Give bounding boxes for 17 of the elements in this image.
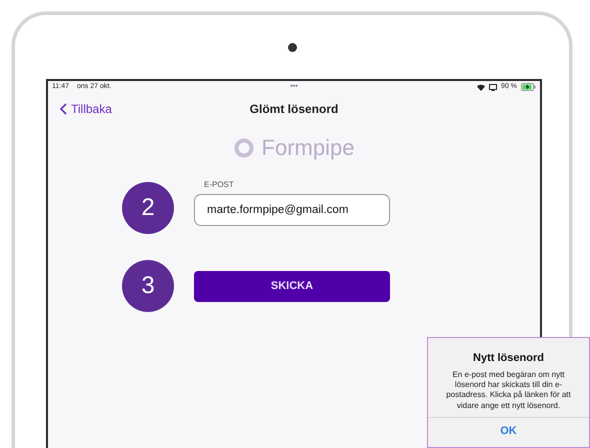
wifi-icon (477, 84, 486, 90)
step-number: 3 (122, 260, 174, 312)
battery-icon (521, 83, 536, 91)
step-number: 2 (122, 182, 174, 234)
camera-dot (288, 43, 296, 52)
page-title: Glömt lösenord (250, 102, 338, 116)
alert-message: En e-post med begäran om nytt lösenord har skickats till din e-postadress. Klicka på länken för att vidare ange ett nytt lösenord. (445, 370, 572, 412)
ok-button[interactable]: OK (428, 417, 589, 445)
logo-icon (234, 138, 254, 158)
screen-mirroring-icon (489, 84, 498, 90)
email-field[interactable]: marte.formpipe@gmail.com (194, 194, 390, 226)
submit-button[interactable]: SKICKA (194, 270, 390, 302)
logo-text: Formpipe (262, 134, 354, 162)
alert-title: Nytt lösenord (472, 351, 545, 366)
back-link[interactable]: Tillbaka (60, 100, 112, 118)
field-label: E-POST (204, 178, 235, 190)
chevron-left-icon (60, 103, 67, 115)
